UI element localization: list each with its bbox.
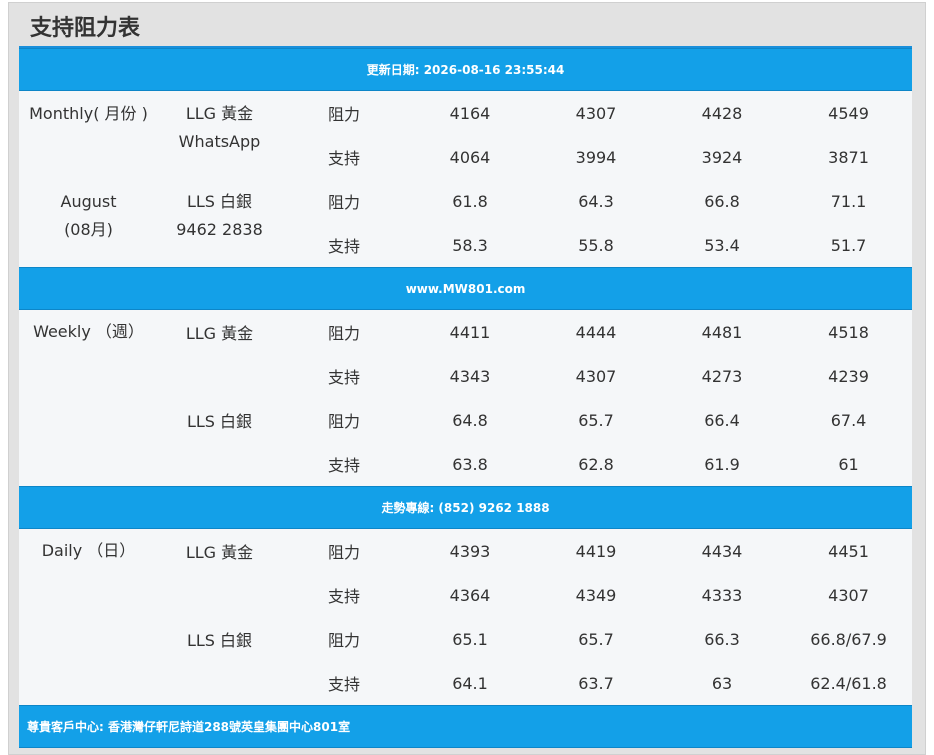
- value-cell: 71.1: [830, 191, 867, 211]
- value-cell: 4393: [449, 541, 491, 561]
- value-cell: 4411: [449, 322, 491, 342]
- value-cell: 4444: [575, 322, 617, 342]
- month-zh: (08月): [64, 220, 113, 239]
- row-type: 阻力: [327, 631, 360, 650]
- daily-llg-label: LLG 黃金: [185, 543, 254, 562]
- value-cell: 66.8/67.9: [810, 629, 887, 649]
- hotline-bar: 走勢專線: (852) 9262 1888: [19, 486, 913, 529]
- monthly-lls-cell: LLS 白銀 9462 2838: [158, 179, 281, 268]
- value-cell: 4273: [701, 366, 743, 386]
- value-cell: 4307: [828, 585, 869, 605]
- phone-number: 9462 2838: [176, 220, 263, 239]
- monthly-month-cell: August (08月): [19, 179, 158, 268]
- value-cell: 4343: [449, 366, 491, 386]
- row-type: 支持: [327, 237, 360, 256]
- row-type: 阻力: [327, 105, 360, 124]
- row-type: 支持: [327, 368, 360, 387]
- value-cell: 53.4: [704, 235, 740, 255]
- value-cell: 63: [711, 673, 733, 693]
- value-cell: 3871: [828, 147, 869, 167]
- value-cell: 65.7: [578, 629, 614, 649]
- value-cell: 66.8: [704, 191, 740, 211]
- value-cell: 4549: [828, 103, 869, 123]
- weekly-period-label: Weekly （週）: [33, 322, 144, 341]
- value-cell: 4481: [701, 322, 743, 342]
- value-cell: 4451: [828, 541, 869, 561]
- monthly-period-label: Monthly( 月份 ): [29, 104, 148, 123]
- value-cell: 61.8: [452, 191, 488, 211]
- value-cell: 66.4: [704, 410, 740, 430]
- value-cell: 64.8: [452, 410, 488, 430]
- spacer-cell: [158, 354, 281, 398]
- value-cell: 61: [838, 454, 859, 474]
- value-cell: 61.9: [704, 454, 740, 474]
- daily-period-label: Daily （日）: [41, 541, 136, 560]
- whatsapp-label: WhatsApp: [178, 132, 261, 151]
- row-type: 阻力: [327, 412, 360, 431]
- value-cell: 55.8: [578, 235, 614, 255]
- row-type: 阻力: [327, 324, 360, 343]
- value-cell: 3924: [701, 147, 743, 167]
- value-cell: 3994: [575, 147, 617, 167]
- row-type: 支持: [327, 149, 360, 168]
- value-cell: 4239: [828, 366, 869, 386]
- page-title: 支持阻力表: [30, 16, 141, 41]
- value-cell: 51.7: [830, 235, 867, 255]
- value-cell: 4364: [449, 585, 491, 605]
- value-cell: 63.7: [578, 673, 614, 693]
- value-cell: 62.8: [578, 454, 614, 474]
- customer-center-bar: 尊貴客戶中心: 香港灣仔軒尼詩道288號英皇集團中心801室: [19, 705, 913, 748]
- monthly-llg-label: LLG 黃金: [185, 104, 254, 123]
- value-cell: 4333: [701, 585, 743, 605]
- value-cell: 63.8: [452, 454, 488, 474]
- value-cell: 64.1: [452, 673, 488, 693]
- row-type: 支持: [327, 456, 360, 475]
- monthly-llg-cell: LLG 黃金 WhatsApp: [158, 91, 281, 180]
- value-cell: 58.3: [452, 235, 488, 255]
- value-cell: 4428: [701, 103, 743, 123]
- value-cell: 67.4: [830, 410, 867, 430]
- month-en: August: [60, 192, 117, 211]
- value-cell: 4419: [575, 541, 617, 561]
- row-type: 支持: [327, 675, 360, 694]
- value-cell: 4518: [828, 322, 869, 342]
- spacer-cell: [158, 661, 281, 706]
- website-link[interactable]: www.MW801.com: [19, 267, 913, 310]
- spacer-cell: [158, 442, 281, 487]
- value-cell: 4434: [701, 541, 743, 561]
- value-cell: 4349: [575, 585, 617, 605]
- value-cell: 66.3: [704, 629, 740, 649]
- row-type: 阻力: [327, 543, 360, 562]
- row-type: 支持: [327, 587, 360, 606]
- value-cell: 4064: [449, 147, 491, 167]
- daily-lls-label: LLS 白銀: [186, 631, 253, 650]
- value-cell: 65.1: [452, 629, 488, 649]
- update-date-bar: 更新日期: 2026-08-16 23:55:44: [19, 48, 913, 91]
- value-cell: 64.3: [578, 191, 614, 211]
- value-cell: 4307: [575, 103, 617, 123]
- weekly-llg-label: LLG 黃金: [185, 324, 254, 343]
- value-cell: 62.4/61.8: [810, 673, 887, 693]
- value-cell: 4164: [449, 103, 491, 123]
- row-type: 阻力: [327, 193, 360, 212]
- value-cell: 4307: [575, 366, 617, 386]
- support-resistance-table: 更新日期: 2026-08-16 23:55:44 Monthly( 月份 ) …: [19, 46, 913, 748]
- value-cell: 65.7: [578, 410, 614, 430]
- monthly-lls-label: LLS 白銀: [186, 192, 253, 211]
- spacer-cell: [158, 573, 281, 617]
- weekly-lls-label: LLS 白銀: [186, 412, 253, 431]
